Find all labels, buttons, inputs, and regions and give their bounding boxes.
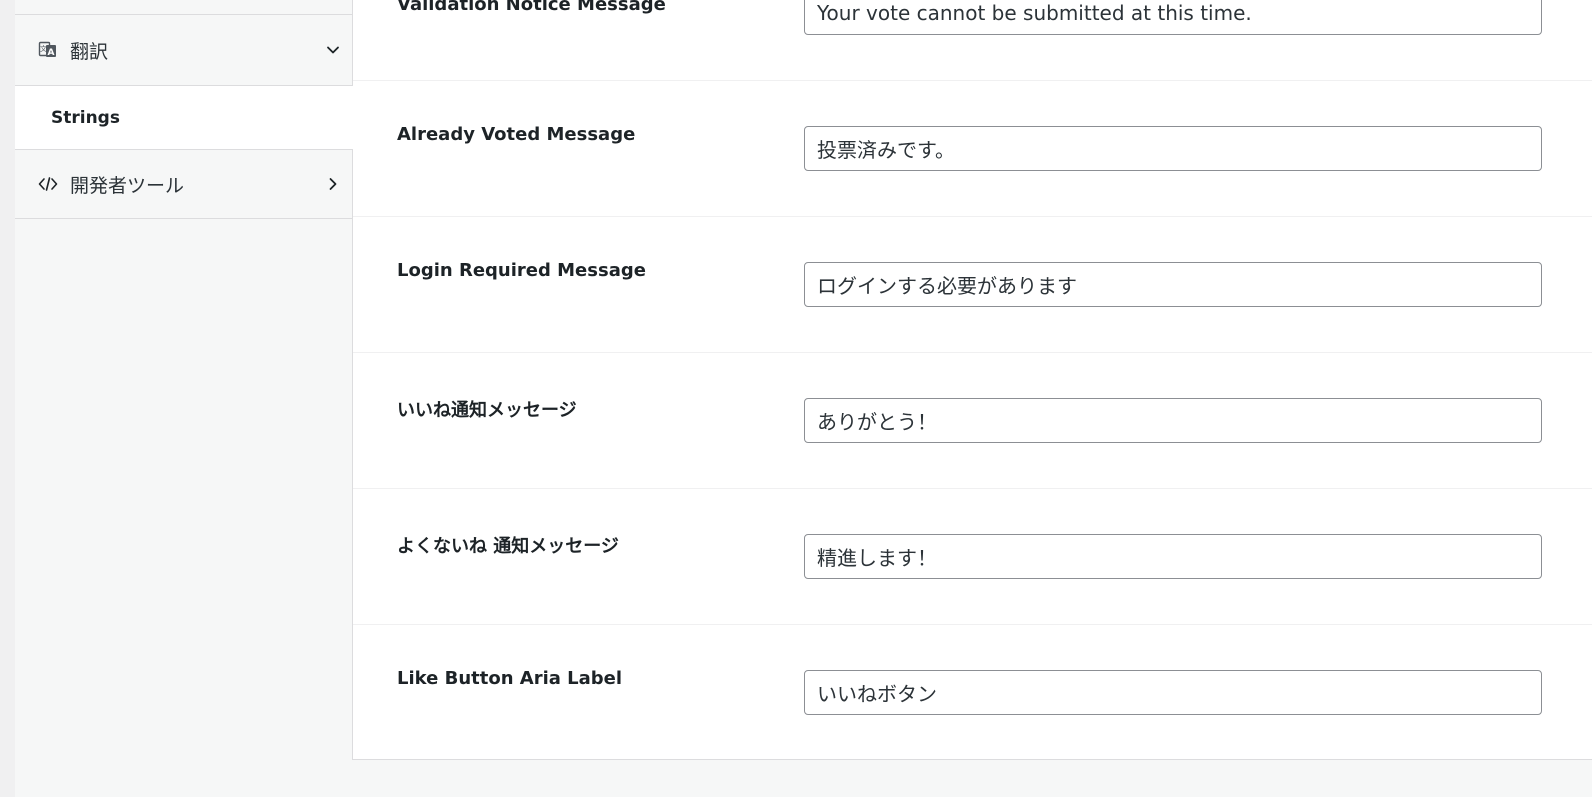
- svg-text:文: 文: [40, 44, 47, 53]
- app-frame: A 文 翻訳 Strings 開発者ツール Validation Notice …: [0, 0, 1592, 797]
- sidebar-item-devtools-label: 開発者ツール: [70, 174, 185, 197]
- chevron-right-icon: [325, 176, 341, 192]
- strings-settings-panel: Validation Notice Message Already Voted …: [353, 0, 1592, 760]
- settings-sidebar: A 文 翻訳 Strings 開発者ツール: [15, 0, 354, 760]
- code-icon: [38, 174, 58, 194]
- footer-area: [15, 760, 1592, 797]
- sidebar-item-translate-label: 翻訳: [70, 40, 109, 63]
- field-label-validation-notice: Validation Notice Message: [397, 0, 666, 15]
- validation-notice-input[interactable]: [804, 0, 1542, 35]
- field-label-like-aria-label: Like Button Aria Label: [397, 668, 623, 689]
- like-notice-input[interactable]: [804, 398, 1542, 443]
- field-row-dislike-notice: よくないね 通知メッセージ: [353, 489, 1592, 625]
- left-edge-strip: [0, 0, 16, 797]
- sidebar-top-item: [15, 0, 353, 15]
- sidebar-subitem-strings[interactable]: Strings: [15, 86, 354, 149]
- field-label-login-required: Login Required Message: [397, 260, 646, 281]
- translate-icon: A 文: [38, 40, 58, 60]
- dislike-notice-input[interactable]: [804, 534, 1542, 579]
- field-row-already-voted: Already Voted Message: [353, 81, 1592, 217]
- sidebar-item-devtools[interactable]: 開発者ツール: [15, 149, 353, 219]
- field-row-like-notice: いいね通知メッセージ: [353, 353, 1592, 489]
- field-label-like-notice: いいね通知メッセージ: [397, 400, 577, 421]
- field-label-dislike-notice: よくないね 通知メッセージ: [397, 536, 619, 557]
- field-label-already-voted: Already Voted Message: [397, 124, 636, 145]
- svg-text:A: A: [48, 48, 55, 58]
- field-row-validation-notice: Validation Notice Message: [353, 0, 1592, 81]
- already-voted-input[interactable]: [804, 126, 1542, 171]
- field-row-like-aria-label: Like Button Aria Label: [353, 625, 1592, 759]
- like-aria-label-input[interactable]: [804, 670, 1542, 715]
- sidebar-item-translate[interactable]: A 文 翻訳: [15, 15, 353, 86]
- login-required-input[interactable]: [804, 262, 1542, 307]
- chevron-down-icon: [325, 42, 341, 58]
- field-row-login-required: Login Required Message: [353, 217, 1592, 353]
